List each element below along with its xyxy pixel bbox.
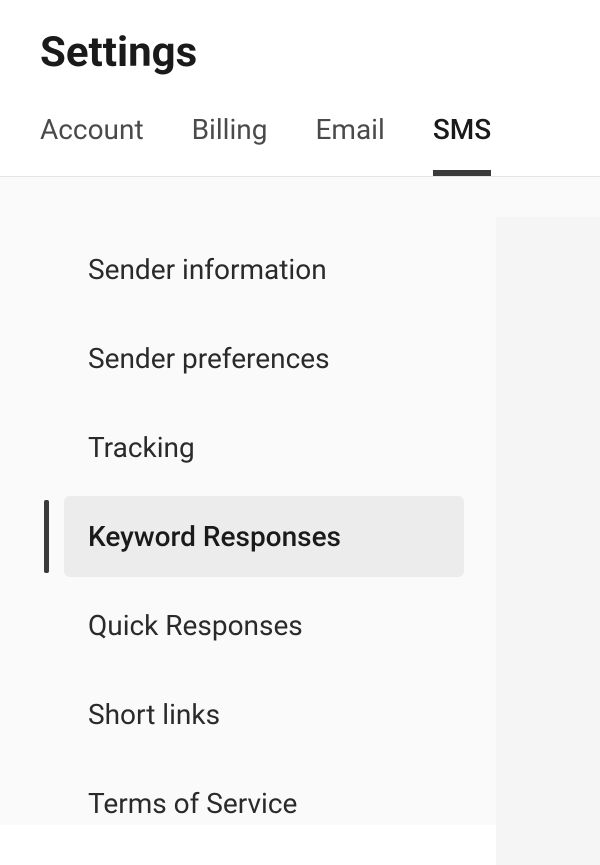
tab-email[interactable]: Email xyxy=(315,113,384,176)
page-title: Settings xyxy=(40,28,560,77)
tab-account[interactable]: Account xyxy=(40,113,144,176)
side-nav-item-sender-preferences[interactable]: Sender preferences xyxy=(64,318,464,399)
side-nav-item-terms-of-service[interactable]: Terms of Service xyxy=(64,763,464,844)
content-area: Sender information Sender preferences Tr… xyxy=(0,177,600,825)
side-nav-item-tracking[interactable]: Tracking xyxy=(64,407,464,488)
side-nav-item-sender-information[interactable]: Sender information xyxy=(64,229,464,310)
side-nav-item-keyword-responses[interactable]: Keyword Responses xyxy=(64,496,464,577)
side-nav-item-short-links[interactable]: Short links xyxy=(64,674,464,755)
tab-sms[interactable]: SMS xyxy=(433,113,491,176)
tab-billing[interactable]: Billing xyxy=(192,113,268,176)
tabs-bar: Account Billing Email SMS xyxy=(40,113,560,176)
side-nav: Sender information Sender preferences Tr… xyxy=(64,229,464,844)
settings-header: Settings Account Billing Email SMS xyxy=(0,0,600,177)
side-nav-item-quick-responses[interactable]: Quick Responses xyxy=(64,585,464,666)
